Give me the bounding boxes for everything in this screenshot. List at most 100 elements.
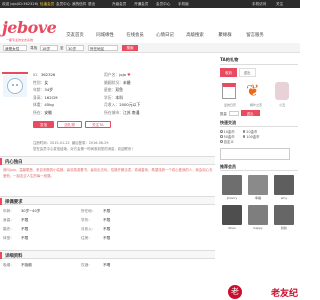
looking-label: 寻找 <box>30 46 38 50</box>
area-select[interactable]: 所在地区 <box>88 45 118 51</box>
register-time: 注册时间：2015-01-22 最后登录：2016-08-29 <box>33 140 109 145</box>
req-value: 不限 <box>21 236 29 240</box>
id-value: 362326 <box>40 72 56 77</box>
tab-sent[interactable]: 送出 <box>238 68 256 77</box>
option-label: 20金币 <box>246 130 258 134</box>
req-row: 年龄： 30岁~40岁 所在地： 不限 <box>3 209 110 218</box>
member-card[interactable]: jmlerry <box>220 175 244 202</box>
zodiac-key: 星座： <box>104 87 116 93</box>
member-name: 幸福 <box>254 196 261 200</box>
monologue-header: 内心独白 <box>0 156 215 165</box>
detail-value: 不吸烟 <box>21 263 32 267</box>
age-key: 年龄： <box>33 87 45 93</box>
gift-tabs: 收到 送出 <box>220 68 298 77</box>
nav-service[interactable]: 留言服务 <box>240 30 270 40</box>
req-key: 学历： <box>81 218 92 222</box>
fast-options: 10金币 20金币 50金币 100金币 自定义 <box>220 130 298 145</box>
gift-list: 爱的日历 ❦ 枫叶之恋 小丑 <box>220 81 298 107</box>
option-label: 10金币 <box>223 130 235 134</box>
gift-item[interactable]: 爱的日历 <box>220 81 240 107</box>
sex-select[interactable]: 我是女性 <box>3 45 27 51</box>
top-bar: 欢迎 jojo(ID:362326) 恰逢会员 会员中心 我的信件 退出 升级会… <box>0 0 300 8</box>
mobile-link[interactable]: 手机版 <box>178 2 189 7</box>
right-sidebar: TA的礼物 收到 送出 爱的日历 ❦ 枫叶之恋 小丑 数量 送出 快速交流 10… <box>220 57 298 300</box>
req-row: 婚史： 不限 月收入： 不限 <box>3 227 110 236</box>
mobile-access-link[interactable]: 手机访问 <box>252 2 266 7</box>
edu-value: 本科 <box>115 94 123 100</box>
avatar-tab-strip <box>2 72 28 74</box>
qty-input[interactable] <box>228 110 239 116</box>
default-avatar-icon <box>7 78 23 94</box>
detail-row: 吸烟： 不吸烟 饮酒： 不喝 <box>3 263 110 272</box>
vip-link[interactable]: 恰逢会员 <box>40 2 54 7</box>
watermark-text: 老友纪 <box>270 289 298 299</box>
fast-option[interactable]: 100金币 <box>242 135 260 140</box>
detail-grid: 吸烟： 不吸烟 饮酒： 不喝 <box>3 263 110 272</box>
req-key: 身高： <box>3 218 14 222</box>
member-card[interactable]: 幸福 <box>246 175 270 202</box>
avatar[interactable] <box>3 75 27 97</box>
gift-item[interactable]: ❦ 枫叶之恋 <box>246 81 266 107</box>
age-from-select[interactable]: 18岁 <box>40 45 58 51</box>
tab-received[interactable]: 收到 <box>220 68 237 77</box>
req-key: 所在地： <box>81 209 96 213</box>
detail-key: 饮酒： <box>81 263 92 267</box>
age-to-select[interactable]: 30岁 <box>66 45 84 51</box>
detail-title: 详细资料 <box>5 254 23 259</box>
username-key: 用户名： <box>104 72 120 77</box>
follow-link[interactable]: 关注 <box>276 2 283 7</box>
monologue-title: 内心独白 <box>5 160 23 165</box>
logout-link[interactable]: 退出 <box>88 2 95 7</box>
nav-search[interactable]: 高级搜索 <box>180 30 210 40</box>
section-bar <box>0 198 2 205</box>
member-card[interactable]: 秋秋 <box>272 205 296 232</box>
edu-key: 学历： <box>104 94 116 100</box>
radio-icon <box>220 130 223 133</box>
member-name: 秋秋 <box>280 226 287 230</box>
area-key: 所在： <box>33 109 45 115</box>
requirements-header: 择偶要求 <box>0 196 215 205</box>
nav-home[interactable]: 交友首页 <box>60 30 90 40</box>
req-row: 体型： 不限 住房： 不限 <box>3 236 110 245</box>
marital-value: 未婚 <box>122 79 131 85</box>
section-bar <box>0 158 2 165</box>
site-header: jebove 一都专业的交友系统 交友首页 同城缘性 在线会员 心情日记 高级搜… <box>0 8 300 42</box>
member-center-link[interactable]: 会员中心 <box>56 2 70 7</box>
send-gift-submit[interactable]: 送出 <box>240 110 260 116</box>
req-value: 不限 <box>103 209 111 213</box>
gift-header: TA的礼物 <box>220 57 298 65</box>
member-card[interactable]: Shan <box>220 205 244 232</box>
req-key: 月收入： <box>81 227 96 231</box>
recommend-grid: jmlerry 幸福 amy Shan happy 秋秋 <box>220 175 298 232</box>
income-key: 月收入： <box>104 102 120 108</box>
send-gift-button[interactable]: 送礼物 <box>57 121 82 128</box>
nav-group[interactable]: 聚缘群 <box>210 30 240 40</box>
requirements-title: 择偶要求 <box>5 200 23 205</box>
nav-diary[interactable]: 心情日记 <box>150 30 180 40</box>
message-input[interactable] <box>220 148 290 160</box>
member-card[interactable]: amy <box>272 175 296 202</box>
search-button[interactable]: 搜索 <box>122 45 138 51</box>
site-logo[interactable]: jebove <box>2 18 57 37</box>
nav-local[interactable]: 同城缘性 <box>90 30 120 40</box>
heart-icon: ♥ <box>127 72 131 77</box>
gift-item[interactable]: 小丑 <box>272 81 292 107</box>
welcome-text: 欢迎 jojo(ID:362326) <box>2 2 39 6</box>
upgrade-link[interactable]: 升级会员 <box>112 2 126 7</box>
member-name: happy <box>253 226 263 230</box>
radio-icon <box>220 140 223 143</box>
nav-online[interactable]: 在线会员 <box>120 30 150 40</box>
member-photo <box>248 175 268 195</box>
radio-icon <box>242 135 246 138</box>
mail-link[interactable]: 我的信件 <box>72 2 86 7</box>
req-row: 身高： 不限 学历： 不限 <box>3 218 110 227</box>
member-card[interactable]: happy <box>246 205 270 232</box>
marital-key: 婚姻状况： <box>104 79 123 85</box>
center-link[interactable]: 会员中心 <box>156 2 170 7</box>
follow-button[interactable]: 关注TA <box>84 121 111 128</box>
send-mail-button[interactable]: 发信 <box>33 121 55 128</box>
open-vip-link[interactable]: 开通会员 <box>134 2 148 7</box>
gift-label: 枫叶之恋 <box>249 103 262 107</box>
custom-option[interactable]: 自定义 <box>220 140 298 145</box>
member-photo <box>248 205 268 225</box>
